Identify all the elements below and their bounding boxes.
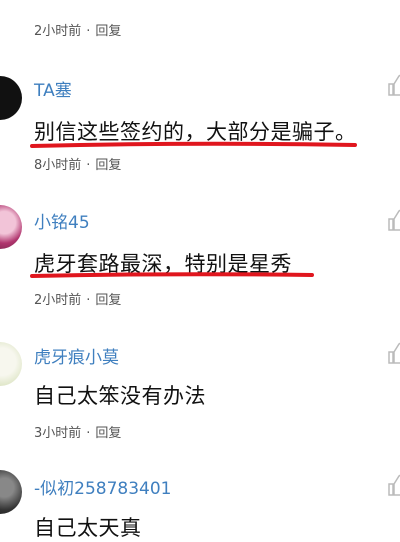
avatar[interactable]	[0, 76, 22, 120]
comment-item: 小铭45 虎牙套路最深，特别是星秀 2小时前 · 回复	[0, 205, 400, 315]
meta-separator: ·	[86, 293, 91, 308]
comment-text: 虎牙套路最深，特别是星秀	[34, 252, 292, 276]
thumbs-up-icon	[388, 74, 400, 96]
meta-separator: ·	[86, 426, 91, 441]
comment-text: 别信这些签约的，大部分是骗子。	[34, 120, 357, 144]
comment-meta: 8小时前 · 回复	[34, 154, 121, 173]
like-button[interactable]	[386, 74, 400, 96]
comment-item: TA塞 别信这些签约的，大部分是骗子。 8小时前 · 回复	[0, 70, 400, 180]
meta-separator: ·	[86, 158, 91, 173]
comment-text: 自己太笨没有办法	[34, 384, 206, 408]
comment-meta: 2小时前 · 回复	[34, 289, 121, 308]
like-button[interactable]	[386, 342, 400, 364]
comment-meta: 3小时前 · 回复	[34, 422, 121, 441]
comment-username[interactable]: -似初258783401	[34, 474, 171, 499]
avatar[interactable]	[0, 342, 22, 386]
comment-time: 8小时前	[34, 158, 82, 173]
comment-username[interactable]: 小铭45	[34, 208, 90, 233]
comment-text: 自己太天真	[34, 516, 142, 540]
comment-item: -似初258783401 自己太天真	[0, 470, 400, 540]
comment-time: 2小时前	[34, 293, 82, 308]
comment-time: 3小时前	[34, 426, 82, 441]
avatar[interactable]	[0, 205, 22, 249]
reply-link[interactable]: 回复	[95, 158, 121, 173]
avatar[interactable]	[0, 470, 22, 514]
thumbs-up-icon	[388, 342, 400, 364]
comment-item: 虎牙痕小莫 自己太笨没有办法 3小时前 · 回复	[0, 340, 400, 441]
reply-link[interactable]: 回复	[95, 426, 121, 441]
meta-separator: ·	[86, 24, 91, 39]
comment-username[interactable]: 虎牙痕小莫	[34, 343, 119, 368]
like-button[interactable]	[386, 474, 400, 496]
reply-link[interactable]: 回复	[95, 293, 121, 308]
comment-time: 2小时前	[34, 24, 82, 39]
thumbs-up-icon	[388, 474, 400, 496]
top-comment-meta: 2小时前 · 回复	[34, 20, 121, 39]
thumbs-up-icon	[388, 209, 400, 231]
like-button[interactable]	[386, 209, 400, 231]
reply-link[interactable]: 回复	[95, 24, 121, 39]
comment-username[interactable]: TA塞	[34, 76, 72, 101]
